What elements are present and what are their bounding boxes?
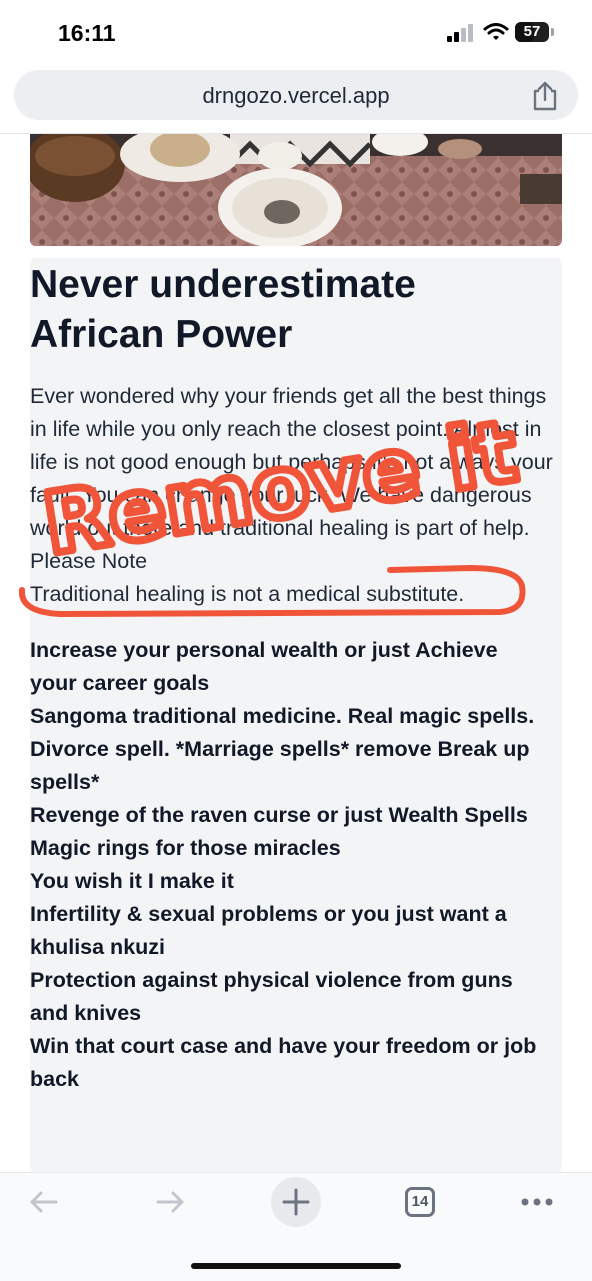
status-bar: 16:11 57 (0, 0, 592, 66)
more-icon[interactable] (520, 1196, 556, 1208)
service-item: Divorce spell. *Marriage spells* remove … (30, 737, 530, 794)
back-icon[interactable] (26, 1184, 62, 1220)
service-item: You wish it I make it (30, 869, 234, 893)
service-item: Revenge of the raven curse or just Wealt… (30, 803, 528, 827)
service-item: Sangoma traditional medicine. Real magic… (30, 704, 535, 728)
new-tab-button[interactable] (271, 1177, 321, 1227)
tabs-button[interactable]: 14 (405, 1187, 435, 1217)
service-item: Increase your personal wealth or just Ac… (30, 638, 498, 695)
url-text[interactable]: drngozo.vercel.app (14, 83, 578, 109)
signal-icon (447, 24, 473, 42)
intro-paragraph: Ever wondered why your friends get all t… (30, 380, 560, 611)
disclaimer-line: Traditional healing is not a medical sub… (30, 582, 465, 606)
home-indicator (191, 1263, 401, 1269)
service-item: Win that court case and have your freedo… (30, 1034, 537, 1091)
plus-icon (282, 1188, 310, 1216)
services-list: Increase your personal wealth or just Ac… (30, 634, 550, 1096)
service-item: Infertility & sexual problems or you jus… (30, 902, 507, 959)
service-item: Magic rings for those miracles (30, 836, 341, 860)
battery-icon: 57 (515, 22, 549, 42)
service-item: Protection against physical violence fro… (30, 968, 513, 1025)
wifi-icon (483, 23, 509, 40)
share-icon[interactable] (530, 80, 560, 112)
forward-icon[interactable] (152, 1184, 188, 1220)
hero-photo (30, 134, 562, 246)
battery-cap (551, 28, 554, 36)
address-bar[interactable]: drngozo.vercel.app (14, 70, 578, 120)
page-heading: Never underestimate African Power (30, 263, 416, 356)
intro-text: Ever wondered why your friends get all t… (30, 384, 553, 573)
status-time: 16:11 (58, 20, 116, 46)
battery-percent: 57 (523, 23, 541, 40)
